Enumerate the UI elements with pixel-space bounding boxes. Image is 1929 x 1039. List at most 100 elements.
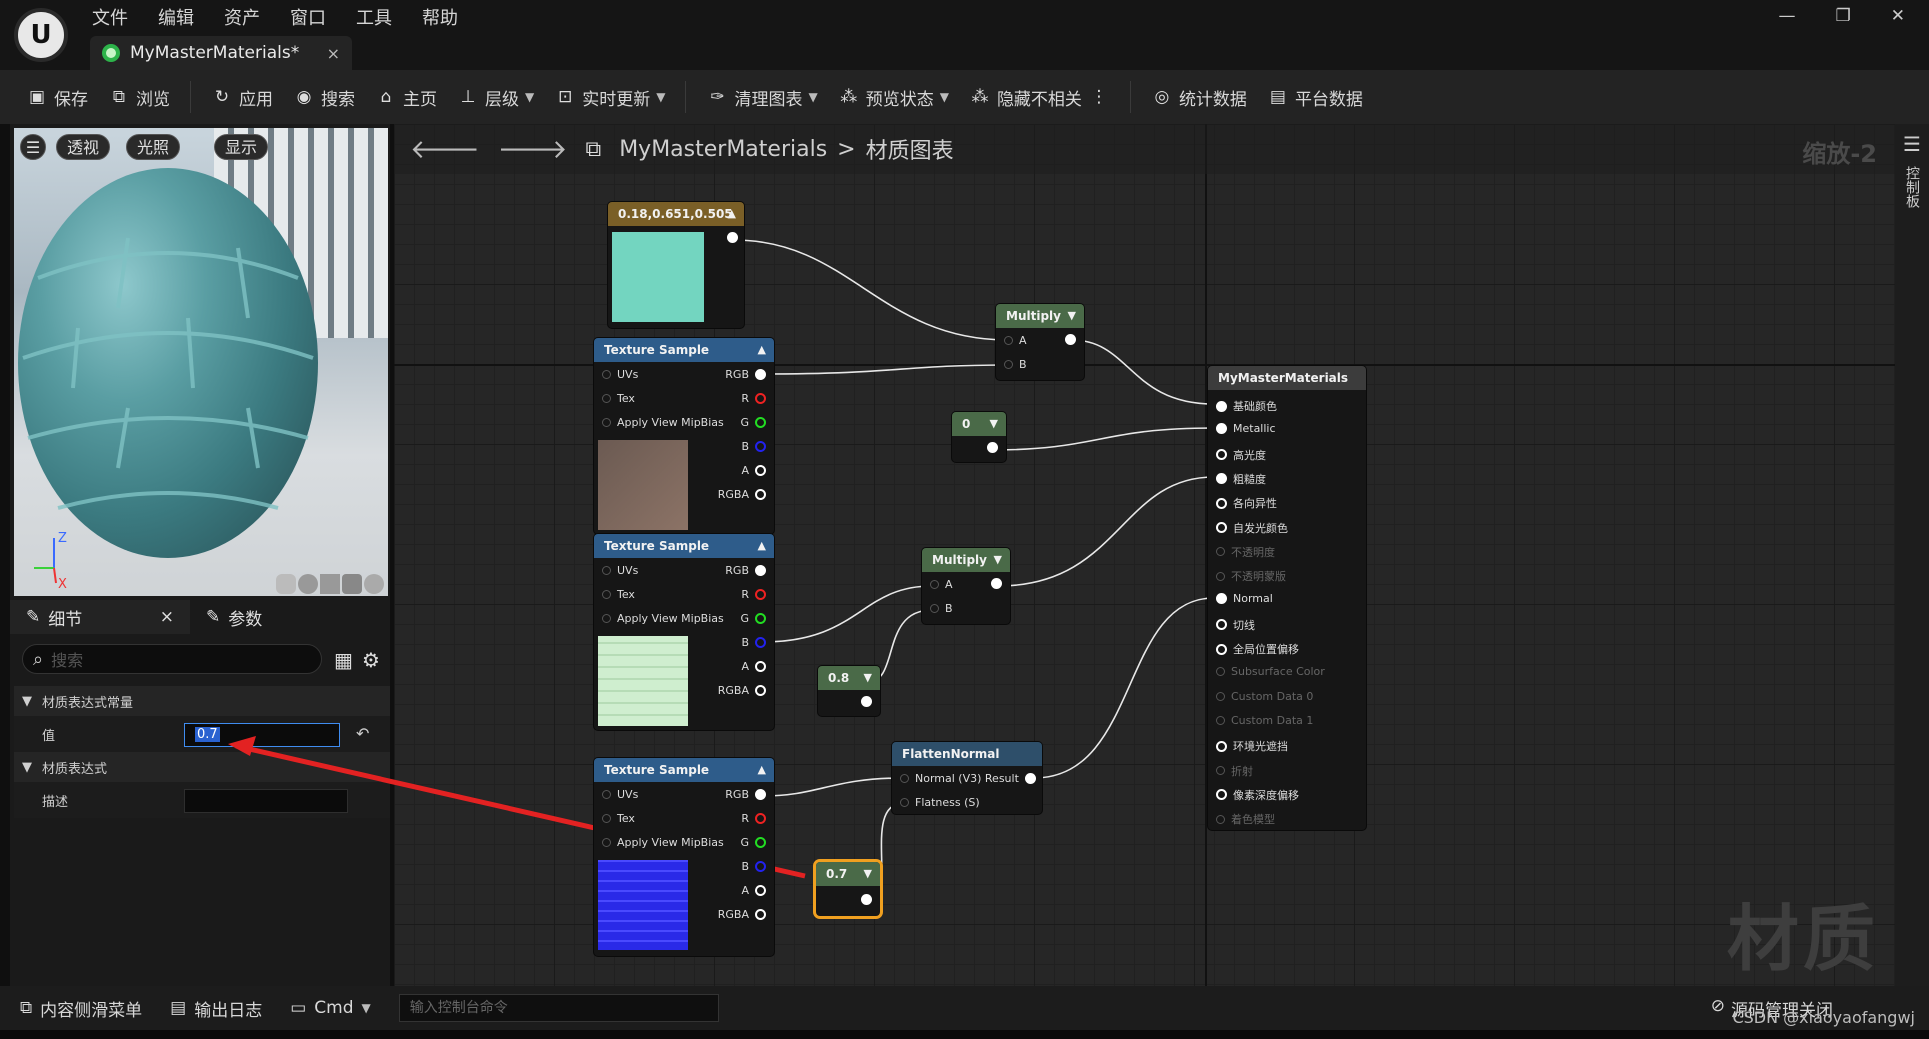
- output-pin[interactable]: [755, 589, 766, 600]
- lighting-button[interactable]: 光照: [126, 134, 181, 160]
- input-pin[interactable]: [1004, 336, 1013, 345]
- close-tab-icon[interactable]: ×: [327, 44, 340, 63]
- node-constant-0-7[interactable]: 0.7 ▼: [816, 862, 880, 916]
- input-pin[interactable]: [930, 604, 939, 613]
- master-input-pin[interactable]: 切线: [1216, 617, 1255, 633]
- section-constant[interactable]: ▼ 材质表达式常量: [14, 686, 390, 716]
- master-input-pin[interactable]: 着色模型: [1216, 811, 1275, 827]
- browse-button[interactable]: ⧉ 浏览: [108, 85, 170, 110]
- value-input[interactable]: 0.7: [184, 723, 340, 747]
- maximize-button[interactable]: ❐: [1836, 6, 1851, 26]
- output-pin[interactable]: [755, 369, 766, 380]
- viewport-menu-button[interactable]: ☰: [20, 134, 46, 160]
- output-pin[interactable]: [755, 789, 766, 800]
- save-button[interactable]: ▣ 保存: [26, 85, 88, 110]
- close-window-button[interactable]: ✕: [1891, 6, 1905, 26]
- material-preview-viewport[interactable]: ☰ 透视 光照 显示 Z X: [14, 128, 388, 596]
- input-pin[interactable]: [1216, 691, 1225, 701]
- master-input-pin[interactable]: 全局位置偏移: [1216, 641, 1299, 657]
- live-update-dropdown[interactable]: ⊡ 实时更新 ▼: [554, 85, 665, 110]
- input-pin[interactable]: [1216, 789, 1227, 801]
- more-options-icon[interactable]: ⋮: [1088, 86, 1110, 108]
- home-button[interactable]: ⌂ 主页: [375, 85, 437, 110]
- node-multiply-1[interactable]: Multiply ▼ A B: [996, 304, 1084, 380]
- master-input-pin[interactable]: Metallic: [1216, 422, 1276, 435]
- show-button[interactable]: 显示: [214, 134, 269, 160]
- output-pin[interactable]: [755, 613, 766, 624]
- master-input-pin[interactable]: 基础颜色: [1216, 398, 1277, 414]
- table-view-icon[interactable]: ▦: [334, 648, 353, 672]
- perspective-button[interactable]: 透视: [56, 134, 111, 160]
- output-pin[interactable]: [755, 393, 766, 404]
- output-pin[interactable]: [755, 565, 766, 576]
- master-input-pin[interactable]: 高光度: [1216, 447, 1266, 463]
- output-pin[interactable]: [755, 837, 766, 848]
- menu-help[interactable]: 帮助: [422, 2, 474, 30]
- clean-graph-dropdown[interactable]: ✑ 清理图表 ▼: [706, 85, 817, 110]
- output-log-button[interactable]: ▤ 输出日志: [170, 996, 262, 1021]
- description-input[interactable]: [184, 789, 348, 813]
- unreal-logo-icon[interactable]: [14, 8, 68, 62]
- output-pin[interactable]: [755, 465, 766, 476]
- output-pin[interactable]: [755, 861, 766, 872]
- master-input-pin[interactable]: Subsurface Color: [1216, 665, 1325, 678]
- master-input-pin[interactable]: 像素深度偏移: [1216, 787, 1299, 803]
- list-icon[interactable]: ☰: [1895, 132, 1929, 156]
- output-pin[interactable]: [1024, 773, 1036, 784]
- input-pin[interactable]: [1216, 715, 1225, 725]
- section-expression[interactable]: ▼ 材质表达式: [14, 752, 390, 782]
- breadcrumb-root[interactable]: MyMasterMaterials: [619, 137, 827, 162]
- node-master-material[interactable]: MyMasterMaterials 基础颜色 Metallic 高光度 粗糙度 各向异性…: [1208, 366, 1366, 830]
- output-pin[interactable]: [755, 885, 766, 896]
- input-pin[interactable]: [1216, 473, 1227, 485]
- input-pin[interactable]: [1216, 667, 1225, 677]
- input-pin[interactable]: [602, 418, 611, 427]
- console-input[interactable]: 输入控制台命令: [398, 994, 719, 1022]
- hierarchy-dropdown[interactable]: ⊥ 层级 ▼: [457, 85, 535, 110]
- output-pin[interactable]: [991, 578, 1002, 589]
- input-pin[interactable]: [1004, 360, 1013, 369]
- tab-parameters[interactable]: ✎ 参数: [190, 600, 278, 634]
- sphere-shape-icon[interactable]: [298, 574, 318, 594]
- apply-button[interactable]: ↻ 应用: [211, 85, 273, 110]
- input-pin[interactable]: [602, 614, 611, 623]
- input-pin[interactable]: [1216, 400, 1227, 412]
- node-constant-0-8[interactable]: 0.8 ▼: [818, 666, 880, 716]
- stats-button[interactable]: ◎ 统计数据: [1151, 85, 1247, 110]
- output-pin[interactable]: [755, 661, 766, 672]
- cylinder-shape-icon[interactable]: [276, 574, 296, 594]
- menu-file[interactable]: 文件: [92, 2, 144, 30]
- close-details-icon[interactable]: ×: [160, 607, 174, 627]
- master-input-pin[interactable]: Custom Data 0: [1216, 690, 1313, 703]
- output-pin[interactable]: [755, 685, 766, 696]
- node-texture-sample[interactable]: Texture Sample ▲ UVs Tex Apply View MipBias R…: [594, 338, 774, 534]
- node-multiply-2[interactable]: Multiply ▼ A B: [922, 548, 1010, 624]
- input-pin[interactable]: [930, 580, 939, 589]
- input-pin[interactable]: [1216, 571, 1225, 581]
- input-pin[interactable]: [1216, 814, 1225, 824]
- input-pin[interactable]: [602, 394, 611, 403]
- node-color-constant[interactable]: 0.18,0.651,0.505 ▲: [608, 202, 744, 328]
- cube-shape-icon[interactable]: [342, 574, 362, 594]
- master-input-pin[interactable]: 环境光遮挡: [1216, 738, 1288, 754]
- output-pin[interactable]: [755, 909, 766, 920]
- input-pin[interactable]: [602, 838, 611, 847]
- breadcrumb-leaf[interactable]: 材质图表: [866, 133, 954, 165]
- node-flatten-normal[interactable]: FlattenNormal Normal (V3) Result Flatnes…: [892, 742, 1042, 814]
- back-arrow-icon[interactable]: 🡐: [410, 134, 480, 165]
- master-input-pin[interactable]: 不透明蒙版: [1216, 568, 1286, 584]
- menu-asset[interactable]: 资产: [224, 2, 276, 30]
- input-pin[interactable]: [1216, 497, 1227, 509]
- input-pin[interactable]: [602, 370, 611, 379]
- reset-icon[interactable]: ↶: [356, 724, 369, 743]
- output-pin[interactable]: [755, 441, 766, 452]
- input-pin[interactable]: [1216, 423, 1227, 435]
- output-pin[interactable]: [861, 696, 872, 707]
- cmd-dropdown[interactable]: ▭ Cmd ▼: [290, 998, 371, 1018]
- search-button[interactable]: ◉ 搜索: [293, 85, 355, 110]
- input-pin[interactable]: [1216, 643, 1227, 655]
- output-pin[interactable]: [987, 442, 998, 453]
- node-texture-sample[interactable]: Texture Sample ▲ UVs Tex Apply View MipBias R…: [594, 534, 774, 730]
- preview-state-dropdown[interactable]: ⁂ 预览状态 ▼: [838, 85, 949, 110]
- output-pin[interactable]: [755, 813, 766, 824]
